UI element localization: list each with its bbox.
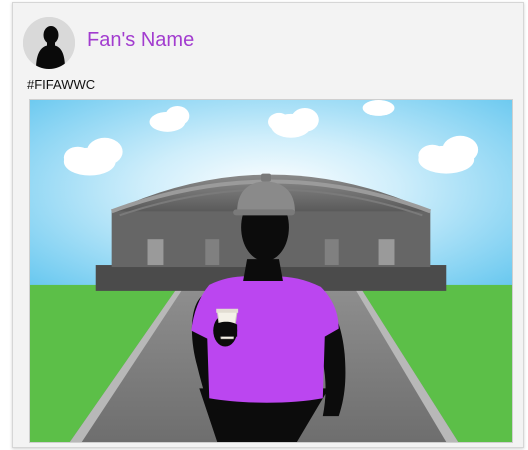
post-header: Fan's Name <box>23 17 423 69</box>
post-caption-hashtag: #FIFAWWC <box>27 77 96 92</box>
author-name-link[interactable]: Fan's Name <box>87 29 194 52</box>
avatar[interactable] <box>23 17 75 69</box>
post-photo[interactable] <box>29 99 513 443</box>
fan-post-card: Fan's Name #FIFAWWC <box>12 2 524 448</box>
fan-photo-illustration <box>30 100 512 442</box>
person-silhouette-icon <box>23 17 75 69</box>
cloud <box>362 100 395 116</box>
purple-shirt <box>191 276 339 403</box>
